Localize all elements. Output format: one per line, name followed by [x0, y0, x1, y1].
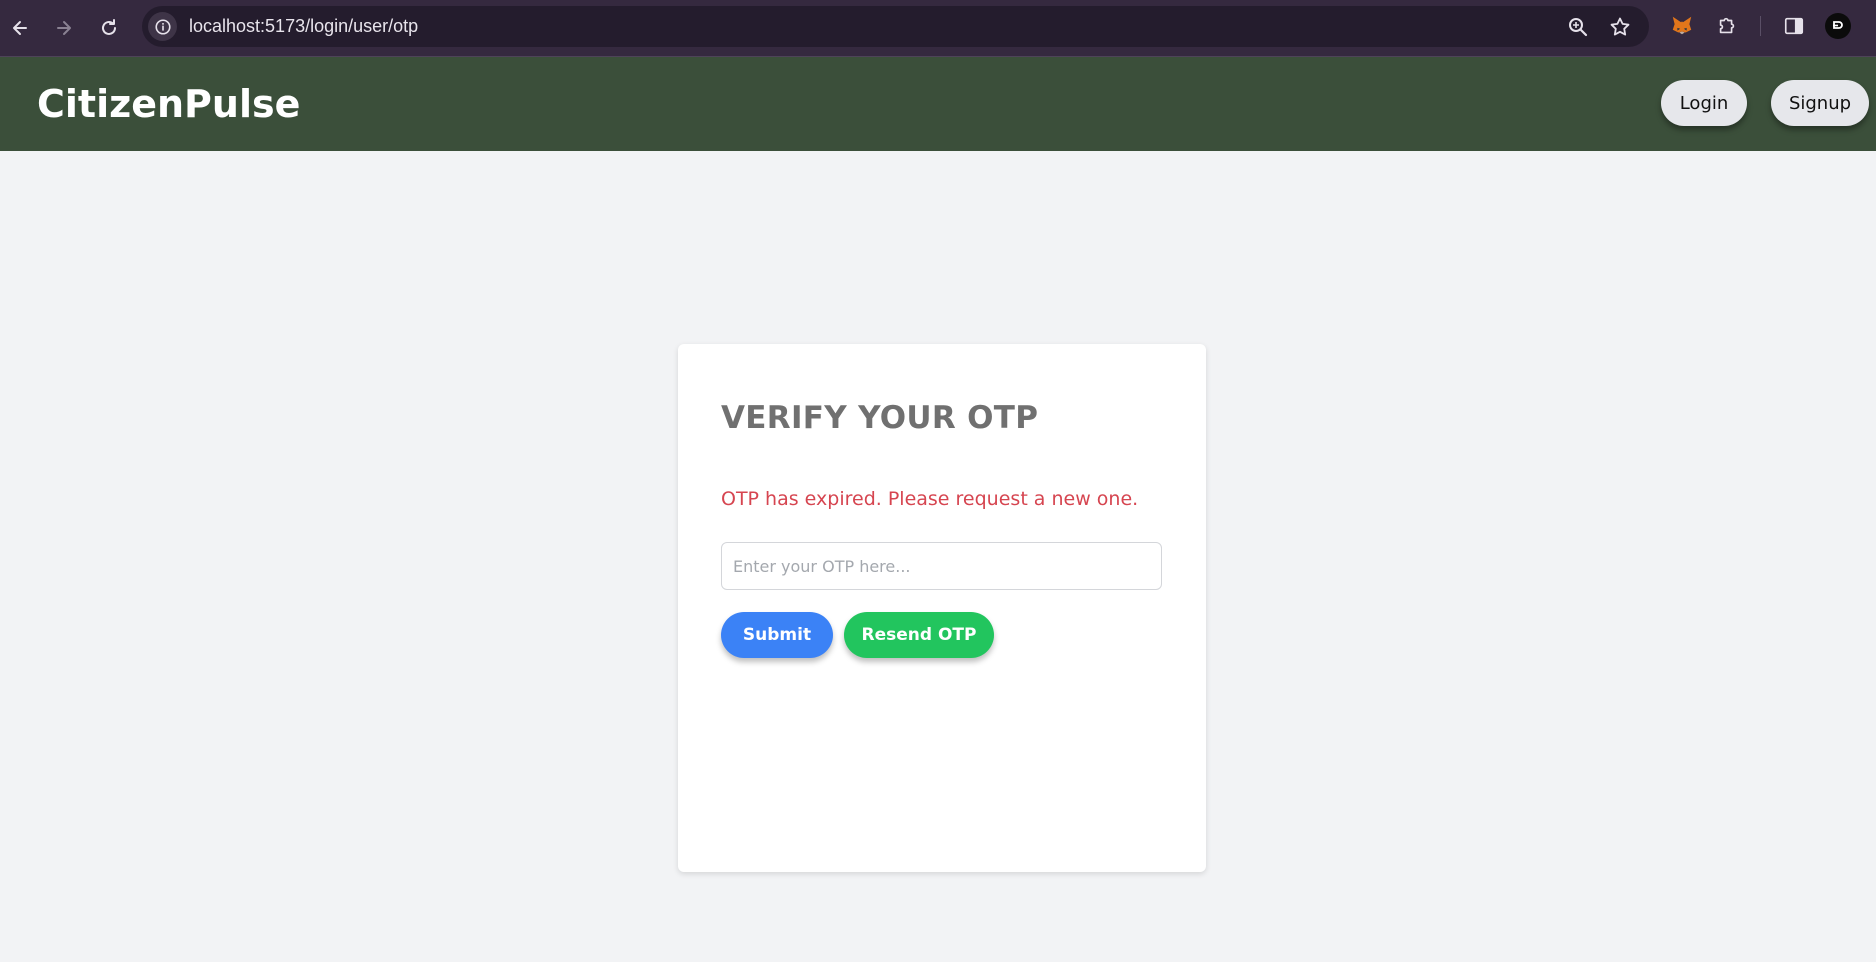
otp-card: VERIFY YOUR OTP OTP has expired. Please …	[678, 344, 1206, 872]
site-info-icon[interactable]	[148, 12, 177, 41]
address-bar[interactable]: localhost:5173/login/user/otp	[142, 6, 1649, 47]
side-panel-icon[interactable]	[1781, 13, 1807, 39]
otp-input[interactable]	[721, 542, 1162, 590]
profile-icon[interactable]	[1825, 13, 1851, 39]
brand-logo-text[interactable]: CitizenPulse	[37, 57, 300, 151]
bookmark-star-icon[interactable]	[1609, 16, 1631, 38]
resend-otp-button[interactable]: Resend OTP	[844, 612, 994, 658]
metamask-fox-icon[interactable]	[1669, 13, 1695, 39]
signup-button[interactable]: Signup	[1771, 80, 1869, 126]
zoom-icon[interactable]	[1567, 16, 1589, 38]
login-button[interactable]: Login	[1661, 80, 1747, 126]
error-message: OTP has expired. Please request a new on…	[721, 488, 1139, 510]
extensions-puzzle-icon[interactable]	[1714, 13, 1740, 39]
forward-arrow-icon[interactable]	[48, 12, 80, 44]
page-title: VERIFY YOUR OTP	[721, 400, 1039, 436]
url-text[interactable]: localhost:5173/login/user/otp	[189, 6, 418, 47]
browser-toolbar: localhost:5173/login/user/otp	[0, 0, 1876, 57]
app-header: CitizenPulse Login Signup	[0, 57, 1876, 151]
submit-button[interactable]: Submit	[721, 612, 833, 658]
reload-icon[interactable]	[93, 12, 125, 44]
toolbar-divider	[1760, 16, 1761, 36]
back-arrow-icon[interactable]	[4, 12, 36, 44]
